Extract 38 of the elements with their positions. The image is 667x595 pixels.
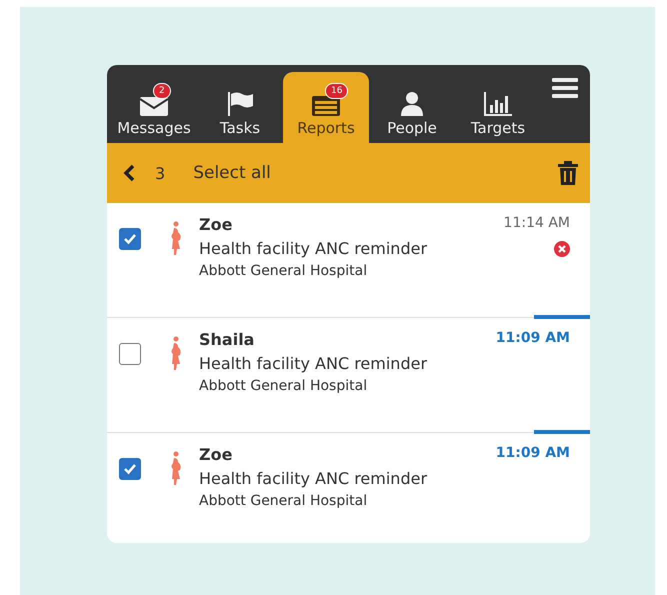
nav-tab[interactable]: Tasks: [197, 72, 283, 143]
back-icon[interactable]: [123, 164, 135, 182]
pregnant-woman-icon: [169, 221, 183, 255]
nav-tab[interactable]: People: [369, 72, 455, 143]
checkbox[interactable]: [119, 343, 141, 365]
report-item[interactable]: Zoe Health facility ANC reminder Abbott General Hospital 11:09 AM: [107, 433, 590, 543]
patient-name: Zoe: [199, 445, 234, 464]
report-time: 11:09 AM: [496, 445, 570, 461]
select-all-button[interactable]: Select all: [193, 163, 271, 183]
envelope-icon: [139, 95, 169, 117]
report-title: Health facility ANC reminder: [199, 354, 428, 373]
selected-count: 3: [155, 164, 166, 182]
facility-name: Abbott General Hospital: [199, 378, 368, 394]
checkmark-icon: [123, 233, 137, 245]
count-badge: 2: [153, 83, 171, 99]
bar-chart-icon: [483, 91, 513, 117]
checkbox[interactable]: [119, 228, 141, 250]
report-time: 11:09 AM: [496, 330, 570, 346]
report-title: Health facility ANC reminder: [199, 239, 428, 258]
nav-tab[interactable]: 16 Reports: [283, 72, 369, 143]
facility-name: Abbott General Hospital: [199, 263, 368, 279]
menu-icon[interactable]: [552, 77, 578, 99]
count-badge: 16: [325, 83, 348, 99]
nav-tab[interactable]: 2 Messages: [111, 72, 197, 143]
patient-name: Shaila: [199, 330, 256, 349]
pregnant-woman-icon: [169, 336, 183, 370]
person-icon: [399, 91, 425, 117]
delete-icon[interactable]: [558, 161, 578, 185]
form-icon: [311, 93, 341, 117]
pregnant-woman-icon: [169, 451, 183, 485]
nav-tab[interactable]: Targets: [455, 72, 541, 143]
report-title: Health facility ANC reminder: [199, 469, 428, 488]
checkmark-icon: [123, 463, 137, 475]
flag-icon: [225, 91, 255, 117]
patient-name: Zoe: [199, 215, 234, 234]
facility-name: Abbott General Hospital: [199, 493, 368, 509]
checkbox[interactable]: [119, 458, 141, 480]
report-time: 11:14 AM: [504, 215, 570, 231]
